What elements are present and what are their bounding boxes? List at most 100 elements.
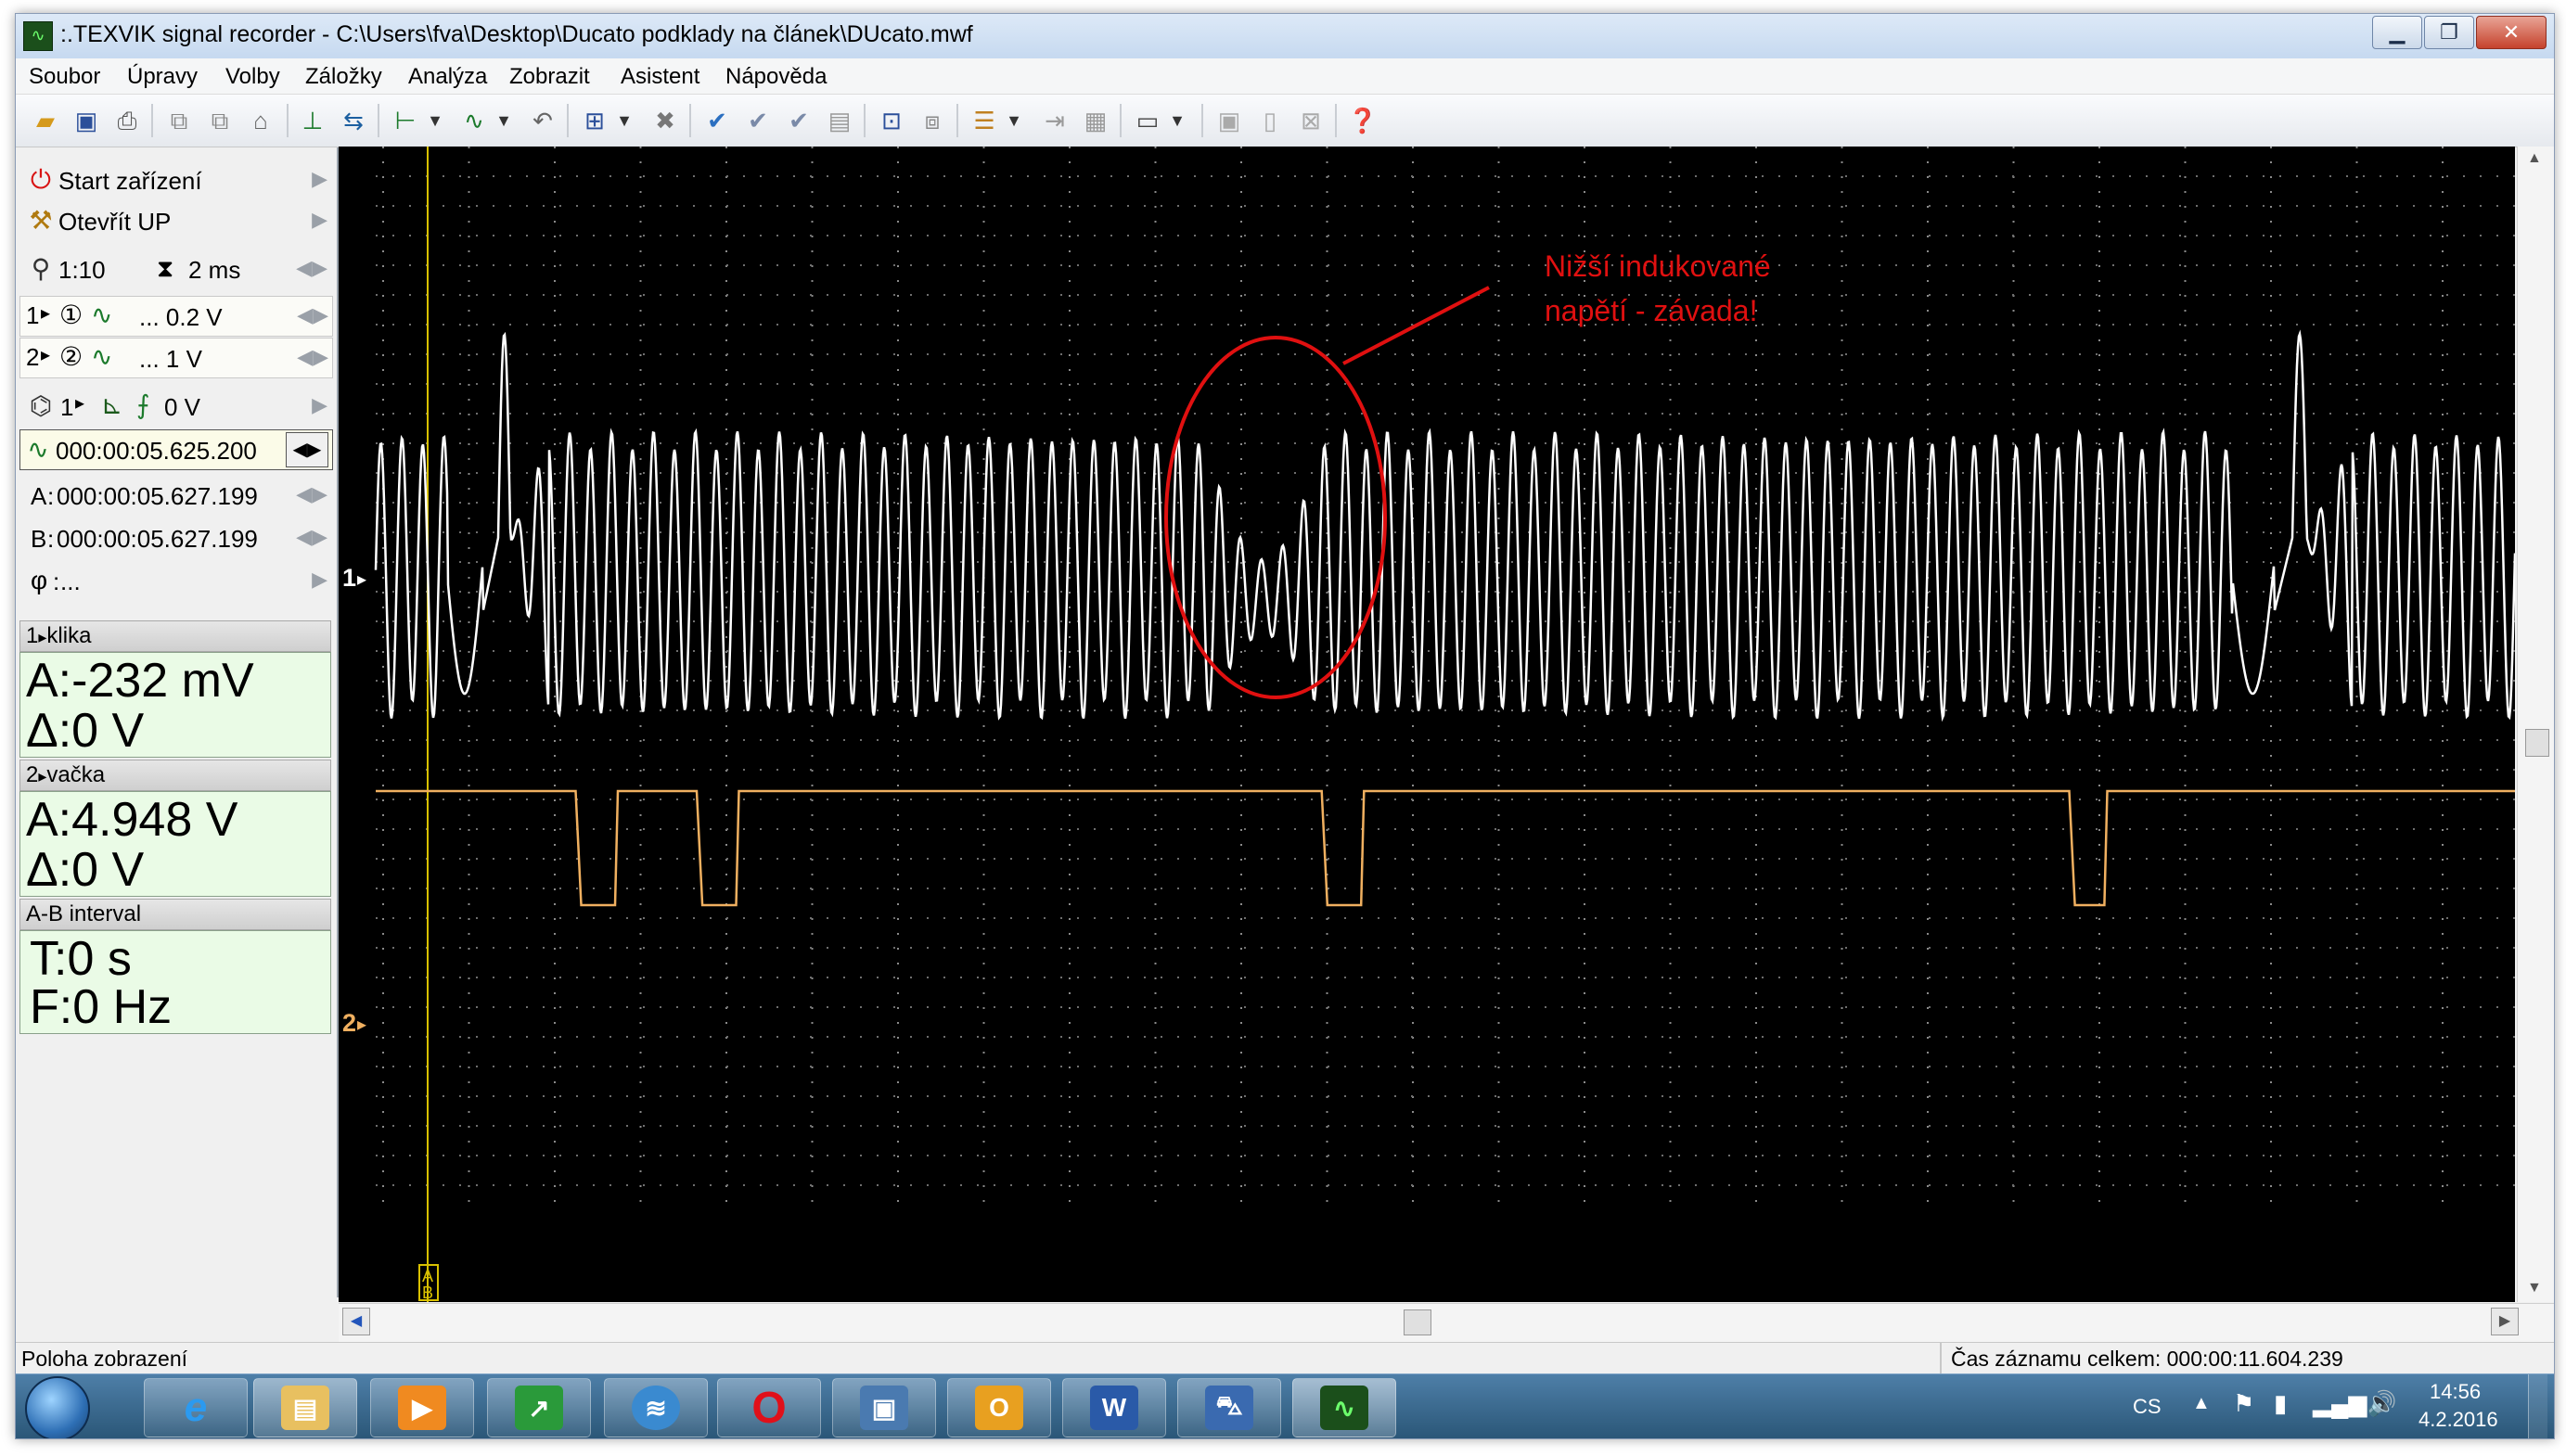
taskbar-app-chart[interactable]: ↗ [487, 1378, 591, 1437]
channel-2-row[interactable]: 2 ▸ ② ∿ ... 1 V ◀▶ [19, 338, 333, 378]
phase-row[interactable]: φ : ... ▶ [19, 561, 331, 600]
copy-icon[interactable]: ⧉ [164, 106, 194, 135]
chevron-right-icon: ▶ [312, 393, 327, 416]
menu-analyza[interactable]: Analýza [408, 64, 487, 90]
zoom-dropdown-icon[interactable]: ▼ [609, 106, 639, 135]
start-orb-icon[interactable] [25, 1376, 90, 1438]
open-up-row[interactable]: ⚒ Otevřít UP ▶ [19, 201, 331, 240]
measure-icon[interactable]: ⊢ [391, 106, 420, 135]
show-desktop-button[interactable] [2528, 1374, 2547, 1438]
taskbar-app-ie[interactable]: e [144, 1378, 248, 1437]
tray-expand-icon[interactable]: ▲ [2192, 1393, 2211, 1414]
taskbar-app-explorer[interactable]: ▤ [253, 1378, 357, 1437]
menu-asistent[interactable]: Asistent [621, 64, 699, 90]
menu-zalozky[interactable]: Záložky [305, 64, 382, 90]
align-icon[interactable]: ☰ [969, 106, 999, 135]
book-icon[interactable]: ▯ [1255, 106, 1285, 135]
grid-icon[interactable]: ⊡ [877, 106, 906, 135]
menu-zobrazit[interactable]: Zobrazit [509, 64, 590, 90]
volume-icon[interactable]: 🔊 [2367, 1389, 2396, 1418]
undo-icon[interactable]: ↶ [528, 106, 558, 135]
display-dropdown-icon[interactable]: ▼ [1162, 106, 1192, 135]
outlook-icon: O [975, 1386, 1023, 1430]
cursor-a-label: A [31, 482, 47, 510]
position-stepper-arrows-icon[interactable]: ◀▶ [286, 432, 328, 467]
taskbar-app-outlook[interactable]: O [947, 1378, 1051, 1437]
zoom-icon[interactable]: ⊞ [580, 106, 609, 135]
horizontal-scrollbar[interactable]: ◀ ▶ [339, 1303, 2554, 1343]
explorer-icon: ▤ [281, 1386, 329, 1430]
cursor-move-icon[interactable]: ⇆ [339, 106, 368, 135]
menu-volby[interactable]: Volby [225, 64, 280, 90]
check-all-icon[interactable]: ✔ [784, 106, 814, 135]
scroll-down-icon[interactable]: ▼ [2527, 1280, 2542, 1296]
close-button[interactable]: ✕ [2476, 16, 2547, 49]
minimize-button[interactable]: ▁ [2372, 16, 2422, 49]
window-title: :.TEXVIK signal recorder - C:\Users\fva\… [60, 21, 973, 47]
scroll-left-icon[interactable]: ◀ [342, 1308, 370, 1335]
menu-upravy[interactable]: Úpravy [127, 64, 198, 90]
save-icon[interactable]: ▣ [71, 106, 101, 135]
check-down-icon[interactable]: ✔ [743, 106, 773, 135]
scope-canvas[interactable]: Nižší indukované napětí - závada! 1 ▸ 2 … [339, 147, 2554, 1302]
taskbar-app-network[interactable]: ≋ [604, 1378, 708, 1437]
window-icon[interactable]: ▣ [1214, 106, 1244, 135]
check-icon[interactable]: ✔ [702, 106, 732, 135]
menu-napoveda[interactable]: Nápověda [725, 64, 827, 90]
taskbar-app-car[interactable]: ⛍ [1177, 1378, 1281, 1437]
cursor-b-tag-label: B [422, 1284, 433, 1302]
help-icon[interactable]: ❓ [1348, 106, 1378, 135]
cursor-a-row[interactable]: A : 000:00:05.627.199 ◀▶ [19, 476, 331, 515]
taskbar-app-media[interactable]: ▶ [370, 1378, 474, 1437]
cursor-a-icon[interactable]: ⊥ [298, 106, 327, 135]
scope-display[interactable]: Nižší indukované napětí - závada! 1 ▸ 2 … [339, 147, 2554, 1302]
wave-dropdown-icon[interactable]: ▼ [489, 106, 519, 135]
menu-soubor[interactable]: Soubor [29, 64, 100, 90]
vertical-scrollbar[interactable]: ▲ ▼ [2517, 147, 2554, 1302]
cursor-b-row[interactable]: B : 000:00:05.627.199 ◀▶ [19, 518, 331, 557]
taskbar-app-texvik[interactable]: ∿ [1292, 1378, 1396, 1437]
annotation-ellipse [1164, 336, 1387, 699]
power-tray-icon[interactable]: ▮ [2274, 1389, 2287, 1418]
clock-time[interactable]: 14:56 [2430, 1380, 2481, 1404]
print-icon[interactable]: ⎙ [112, 106, 142, 135]
cursor-a-value: 000:00:05.627.199 [57, 482, 258, 510]
taskbar-app-opera[interactable]: O [717, 1378, 821, 1437]
measure-dropdown-icon[interactable]: ▼ [420, 106, 450, 135]
close-x-icon[interactable]: ⊠ [1296, 106, 1326, 135]
delete-icon[interactable]: ✖ [650, 106, 680, 135]
probe-icon: ∿ [91, 300, 113, 329]
scroll-up-icon[interactable]: ▲ [2527, 150, 2542, 167]
position-row[interactable]: ∿ 000:00:05.625.200 ◀▶ [19, 429, 333, 470]
taskbar-app-word[interactable]: W [1062, 1378, 1166, 1437]
display-icon[interactable]: ▭ [1133, 106, 1162, 135]
scroll-right-icon[interactable]: ▶ [2491, 1308, 2519, 1335]
page-icon[interactable]: ▤ [825, 106, 854, 135]
interval-header: A-B interval [19, 899, 331, 930]
flag-icon[interactable]: ⚑ [2233, 1389, 2254, 1418]
align-dropdown-icon[interactable]: ▼ [999, 106, 1029, 135]
wave-icon[interactable]: ∿ [459, 106, 489, 135]
trigger-channel: 1 [60, 393, 74, 421]
trigger-row[interactable]: ⌬ 1 ▸ ⊾ ⨍ 0 V ▶ [19, 387, 331, 426]
zoom-row[interactable]: ⚲ 1:10 ⧗ 2 ms ◀▶ [19, 249, 331, 288]
start-device-row[interactable]: ⏻ Start zařízení ▶ [19, 160, 331, 199]
paste-icon[interactable]: ⧉ [205, 106, 235, 135]
horizontal-scroll-thumb[interactable] [1404, 1309, 1431, 1335]
chart-app-icon: ↗ [515, 1386, 563, 1430]
open-folder-icon[interactable]: ▰ [31, 106, 60, 135]
signal-icon[interactable]: ▂▄▆ [2313, 1389, 2367, 1418]
step-icon[interactable]: ⇥ [1040, 106, 1070, 135]
language-indicator[interactable]: CS [2133, 1395, 2162, 1419]
clock-date[interactable]: 4.2.2016 [2418, 1408, 2498, 1432]
channel-1-row[interactable]: 1 ▸ ① ∿ ... 0.2 V ◀▶ [19, 296, 333, 337]
stop-icon[interactable]: ▦ [1081, 106, 1110, 135]
cursor-b-value: 000:00:05.627.199 [57, 525, 258, 553]
taskbar-app-video[interactable]: ▣ [832, 1378, 936, 1437]
interval-t-value: T:0 s [30, 932, 132, 986]
stamp-icon[interactable]: ⌂ [246, 106, 276, 135]
maximize-button[interactable]: ❐ [2424, 16, 2474, 49]
layers-icon[interactable]: ⧈ [917, 106, 947, 135]
vertical-scroll-thumb[interactable] [2525, 729, 2549, 757]
scope-app-icon[interactable]: ∿ [23, 21, 53, 51]
